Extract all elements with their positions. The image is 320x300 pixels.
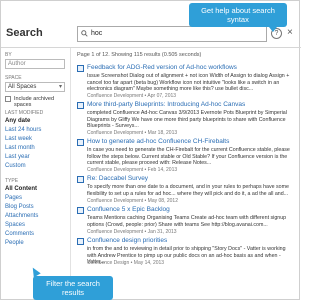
page-icon bbox=[77, 207, 84, 214]
help-callout-arrow bbox=[269, 27, 277, 32]
result-meta: Confluence Development • Mar 18, 2013 bbox=[87, 130, 178, 136]
page-icon bbox=[77, 65, 84, 72]
result-title[interactable]: Re: Daccabel Survey bbox=[87, 175, 148, 182]
modified-last-24-hours[interactable]: Last 24 hours bbox=[5, 127, 41, 133]
type-spaces[interactable]: Spaces bbox=[5, 222, 25, 228]
space-select[interactable]: All Spaces ▾ bbox=[5, 82, 65, 92]
result-meta: Confluence Design • May 14, 2013 bbox=[87, 260, 165, 266]
result-snippet: Issue Screenshot Dialog out of alignment… bbox=[87, 73, 290, 92]
result-meta: Confluence Development • Apr 07, 2013 bbox=[87, 93, 177, 99]
chevron-down-icon: ▾ bbox=[58, 84, 62, 90]
type-people[interactable]: People bbox=[5, 240, 24, 246]
type-attachments[interactable]: Attachments bbox=[5, 213, 38, 219]
search-dialog: Search hoc ? × By Author Space All Space… bbox=[0, 0, 301, 300]
result-meta: Confluence Development • Feb 14, 2013 bbox=[87, 167, 178, 173]
result-title[interactable]: Feedback for ADG-Red version of Ad-hoc w… bbox=[87, 64, 237, 71]
result-snippet: completed Confluence Ad-hoc Canvas 3/9/2… bbox=[87, 110, 287, 129]
type-all-content[interactable]: All Content bbox=[5, 186, 37, 192]
result-meta: Confluence Development • May 08, 2012 bbox=[87, 198, 178, 204]
filter-sidebar: By Author Space All Spaces ▾ Include arc… bbox=[1, 48, 71, 278]
result-title[interactable]: Confluence design priorities bbox=[87, 237, 167, 244]
close-icon[interactable]: × bbox=[287, 27, 293, 38]
result-title[interactable]: More third-party Blueprints: Introducing… bbox=[87, 101, 245, 108]
page-icon bbox=[77, 102, 84, 109]
modified-last-month[interactable]: Last month bbox=[5, 145, 35, 151]
results-summary: Page 1 of 12. Showing 115 results (0.505… bbox=[77, 52, 202, 58]
result-snippet: Teams Mentions caching Organising Teams … bbox=[87, 215, 287, 228]
search-input[interactable]: hoc bbox=[77, 26, 267, 42]
type-blog-posts[interactable]: Blog Posts bbox=[5, 204, 34, 210]
space-select-value: All Spaces bbox=[8, 84, 37, 90]
comment-icon bbox=[77, 176, 84, 183]
search-input-value: hoc bbox=[91, 30, 103, 37]
space-label: Space bbox=[5, 75, 22, 81]
modified-any-date[interactable]: Any date bbox=[5, 118, 30, 124]
modified-last-year[interactable]: Last year bbox=[5, 154, 30, 160]
last-modified-label: Last modified bbox=[5, 110, 44, 116]
modified-custom[interactable]: Custom bbox=[5, 163, 26, 169]
include-archived-label: Include archived spaces bbox=[14, 96, 55, 108]
filter-callout: Filter the search results bbox=[33, 276, 113, 300]
page-title: Search bbox=[6, 27, 43, 39]
result-snippet: In case you need to generate the CH-Fire… bbox=[87, 147, 290, 166]
author-field[interactable]: Author bbox=[5, 59, 65, 69]
by-label: By bbox=[5, 52, 12, 58]
result-title[interactable]: Confluence 5 x Epic Backlog bbox=[87, 206, 170, 213]
page-icon bbox=[77, 139, 84, 146]
include-archived-checkbox[interactable] bbox=[5, 96, 11, 102]
result-title[interactable]: How to generate ad-hoc Confluence CH-Fir… bbox=[87, 138, 229, 145]
type-label: Type bbox=[5, 178, 19, 184]
type-pages[interactable]: Pages bbox=[5, 195, 22, 201]
result-snippet: To specify more than one date to a docum… bbox=[87, 184, 289, 197]
result-meta: Confluence Development • Jan 31, 2013 bbox=[87, 229, 177, 235]
modified-last-week[interactable]: Last week bbox=[5, 136, 32, 142]
search-icon bbox=[81, 30, 88, 37]
help-callout: Get help about search syntax bbox=[189, 3, 287, 27]
type-comments[interactable]: Comments bbox=[5, 231, 34, 237]
page-icon bbox=[77, 238, 84, 245]
